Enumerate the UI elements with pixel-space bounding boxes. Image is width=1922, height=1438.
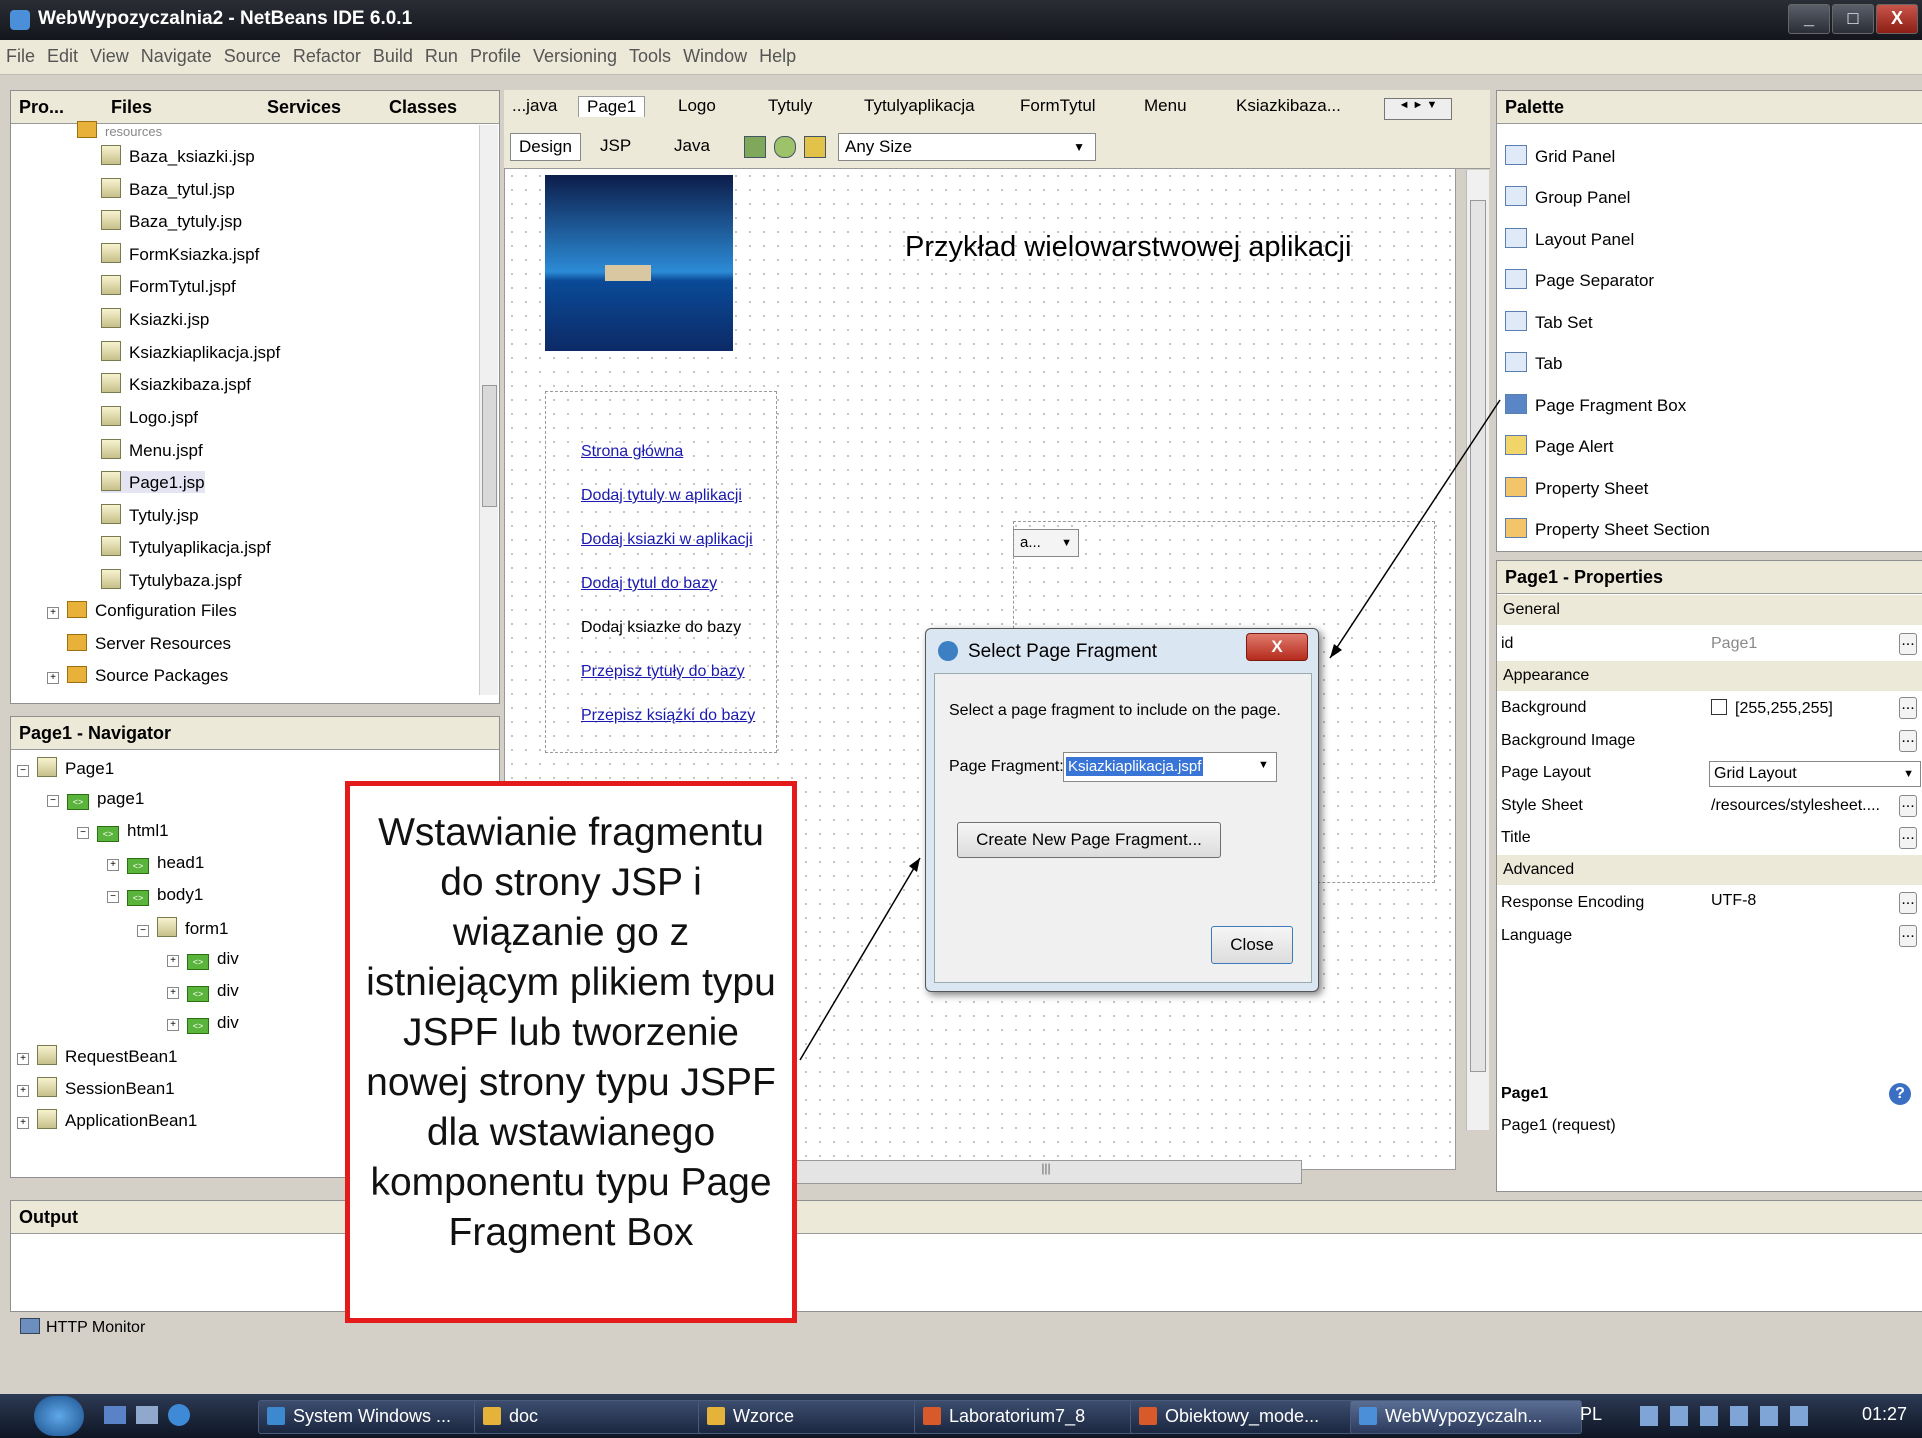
arrowhead: [909, 858, 920, 872]
taskbar-item-doc[interactable]: doc: [474, 1400, 706, 1434]
taskbar-item-laboratorium[interactable]: Laboratorium7_8: [914, 1400, 1146, 1434]
window-icon: [267, 1407, 285, 1425]
arrowhead: [1330, 644, 1342, 658]
netbeans-icon: [1359, 1407, 1377, 1425]
annotation-callout: Wstawianie fragmentu do strony JSP i wią…: [345, 781, 797, 1323]
arrow-palette-to-dialog: [1329, 399, 1501, 659]
switch-windows-icon[interactable]: [136, 1406, 158, 1424]
dialog-close-x-button[interactable]: X: [1246, 633, 1308, 661]
ie-icon[interactable]: [168, 1404, 190, 1426]
chevron-down-icon: ▼: [1258, 759, 1269, 771]
taskbar-item-system-windows[interactable]: System Windows ...: [258, 1400, 490, 1434]
fragment-field-label: Page Fragment:: [949, 758, 1064, 775]
taskbar-item-netbeans[interactable]: WebWypozyczaln...: [1350, 1400, 1582, 1434]
folder-icon: [707, 1407, 725, 1425]
dialog-title: Select Page Fragment: [968, 641, 1158, 662]
fragment-select-value: Ksiazkiaplikacja.jspf: [1066, 757, 1204, 776]
language-indicator[interactable]: PL: [1580, 1404, 1602, 1425]
dialog-icon: [938, 641, 958, 661]
select-page-fragment-dialog: Select Page Fragment X Select a page fra…: [925, 628, 1319, 992]
windows-taskbar: System Windows ... doc Wzorce Laboratori…: [0, 1394, 1922, 1438]
arrow-callout-to-dialog: [799, 857, 921, 1061]
start-button[interactable]: [34, 1396, 84, 1436]
show-desktop-icon[interactable]: [104, 1406, 126, 1424]
create-new-fragment-button[interactable]: Create New Page Fragment...: [957, 822, 1221, 858]
dialog-body: Select a page fragment to include on the…: [934, 673, 1312, 983]
fragment-select[interactable]: Ksiazkiaplikacja.jspf ▼: [1063, 752, 1277, 782]
clock: 01:27: [1862, 1404, 1908, 1424]
taskbar-item-wzorce[interactable]: Wzorce: [698, 1400, 930, 1434]
dialog-close-button[interactable]: Close: [1211, 926, 1293, 964]
folder-icon: [483, 1407, 501, 1425]
dialog-message: Select a page fragment to include on the…: [949, 702, 1281, 719]
system-tray-icons[interactable]: [1640, 1406, 1820, 1426]
powerpoint-icon: [1139, 1407, 1157, 1425]
powerpoint-icon: [923, 1407, 941, 1425]
taskbar-item-obiektowy[interactable]: Obiektowy_mode...: [1130, 1400, 1362, 1434]
annotation-text: Wstawianie fragmentu do strony JSP i wią…: [366, 811, 776, 1254]
